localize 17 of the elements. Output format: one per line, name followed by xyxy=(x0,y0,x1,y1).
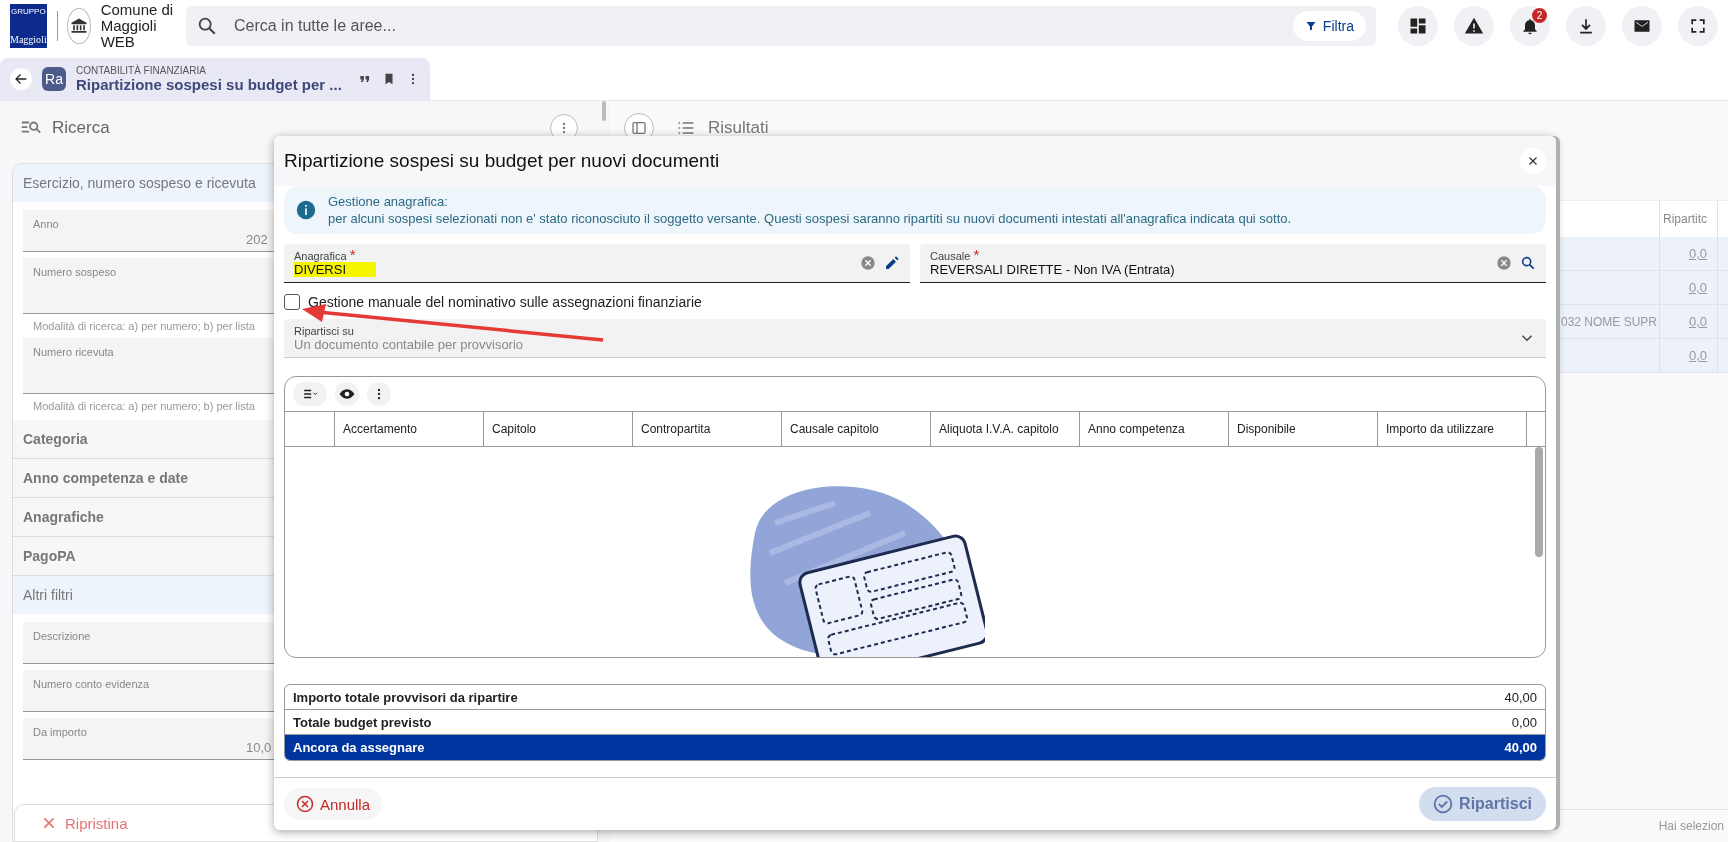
total-highlight-row: Ancora da assegnare 40,00 xyxy=(285,735,1545,760)
organization-name: Comune di Maggioli WEB xyxy=(100,2,175,50)
total-row: Importo totale provvisori da ripartire 40,00 xyxy=(285,685,1545,710)
table-cell: 032 NOME SUPR xyxy=(1560,314,1657,329)
info-title: Gestione anagrafica: xyxy=(328,193,449,210)
company-logo: GRUPPO Maggioli xyxy=(10,4,47,48)
field-hint: Modalità di ricerca: a) per numero; b) per lista xyxy=(32,400,256,412)
notification-count: 2 xyxy=(1532,8,1547,23)
panel-title: Ricerca xyxy=(52,118,111,138)
app-badge: Ra xyxy=(42,67,66,91)
info-text: per alcuni sospesi selezionati non e' stato riconosciuto il soggetto versante. Questi sospesi saranno ripartiti su nuovi documenti intestati all'anagrafica indicata qui sotto. xyxy=(328,210,1292,227)
tab-title: Ripartizione sospesi su budget per ... xyxy=(76,76,343,93)
tab-category: CONTABILITÀ FINANZIARIA xyxy=(76,65,207,76)
dialog-title: Ripartizione sospesi su budget per nuovi documenti xyxy=(284,150,721,172)
panel-title: Risultati xyxy=(708,118,769,138)
checkbox-label: Gestione manuale del nominativo sulle assegnazioni finanziarie xyxy=(308,294,702,310)
selection-status: Hai selezion xyxy=(1658,819,1724,833)
